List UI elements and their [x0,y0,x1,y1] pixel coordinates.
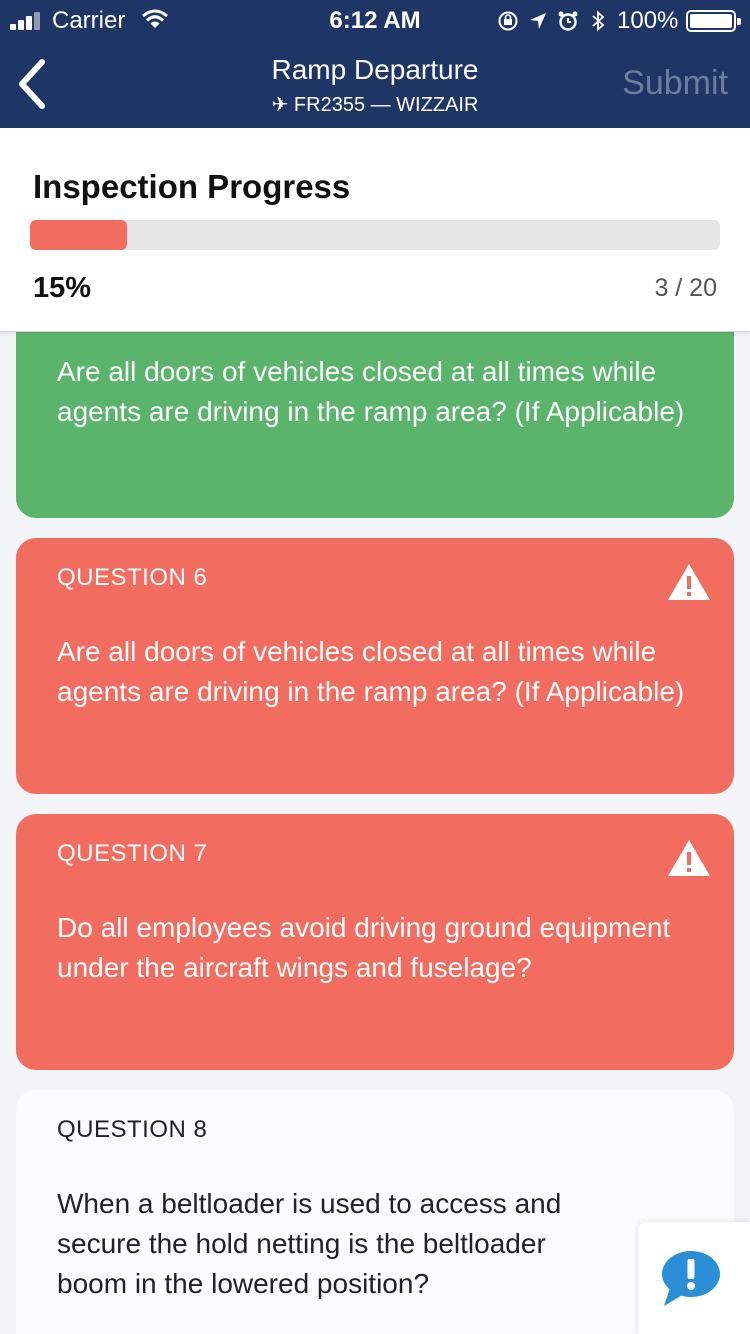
status-bar: Carrier 6:12 AM 100% [0,0,750,40]
warning-triangle-icon [668,564,710,600]
progress-title: Inspection Progress [33,168,351,205]
question-label: QUESTION 6 [57,564,208,591]
orientation-lock-icon [498,11,518,31]
question-text: Do all employees avoid driving ground eq… [57,912,671,983]
question-label: QUESTION 8 [57,1116,208,1143]
battery-percent: 100% [617,7,679,34]
question-card-passed[interactable]: Are all doors of vehicles closed at all … [16,300,734,518]
question-text: Are all doors of vehicles closed at all … [57,636,685,707]
warning-triangle-icon [668,840,710,876]
alarm-icon [558,11,578,31]
question-card-6[interactable]: QUESTION 6 Are all doors of vehicles clo… [16,538,734,794]
header: Carrier 6:12 AM 100% Ramp Departure ✈ FR… [0,0,750,128]
progress-bar [30,220,720,250]
progress-percent: 15% [33,272,92,304]
help-button[interactable] [638,1222,750,1334]
submit-button[interactable]: Submit [622,64,728,103]
question-card-8[interactable]: QUESTION 8 When a beltloader is used to … [16,1090,734,1334]
progress-bar-fill [30,220,128,250]
bluetooth-icon [592,10,605,32]
inspection-progress-panel: Inspection Progress 15% 3 / 20 [0,128,750,332]
question-label: QUESTION 7 [57,840,208,867]
question-card-7[interactable]: QUESTION 7 Do all employees avoid drivin… [16,814,734,1070]
progress-count: 3 / 20 [654,274,717,302]
exclamation-bubble-icon [662,1251,720,1306]
location-icon [530,13,546,29]
question-text: When a beltloader is used to access and … [57,1188,562,1299]
question-text: Are all doors of vehicles closed at all … [57,356,685,427]
battery-icon [686,10,741,32]
